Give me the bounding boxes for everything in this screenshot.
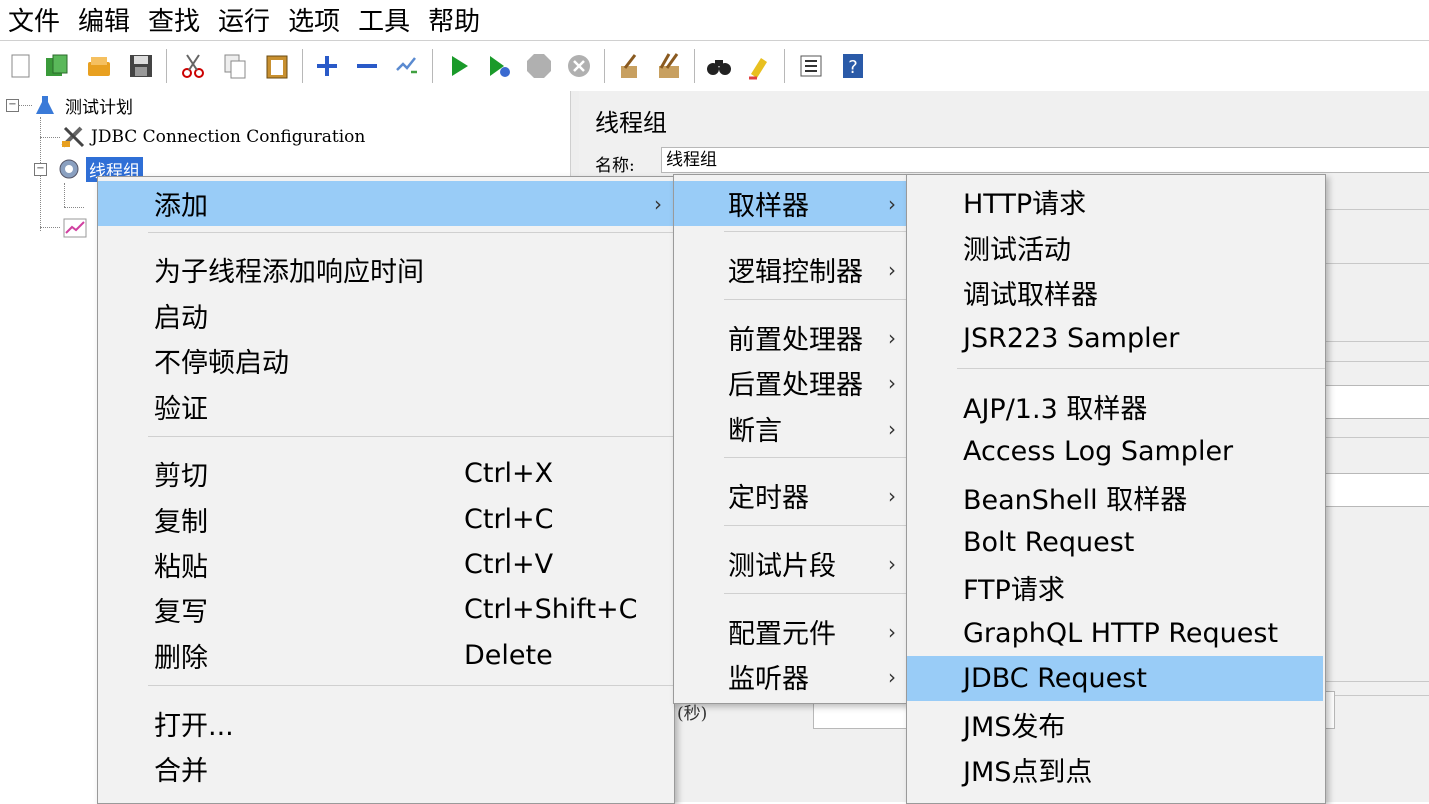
menu-item-bolt-request[interactable]: Bolt Request <box>907 520 1325 565</box>
expand-icon[interactable] <box>312 51 342 81</box>
context-menu: 添加 › 为子线程添加响应时间 启动 不停顿启动 验证 剪切 Ctrl+X 复制… <box>97 176 675 804</box>
thread-count-field[interactable] <box>1324 385 1429 419</box>
menu-item-beanshell-sampler[interactable]: BeanShell 取样器 <box>907 475 1325 520</box>
menu-item-add[interactable]: 添加 › <box>98 181 674 226</box>
chevron-right-icon: › <box>888 370 896 395</box>
menu-edit[interactable]: 编辑 <box>70 1 138 38</box>
chart-icon <box>63 218 87 238</box>
start-no-pause-icon[interactable] <box>484 51 514 81</box>
menu-item-test-action[interactable]: 测试活动 <box>907 225 1325 270</box>
name-field[interactable]: 线程组 <box>661 147 1429 173</box>
chevron-right-icon: › <box>888 257 896 282</box>
function-helper-icon[interactable] <box>796 51 826 81</box>
stop-icon[interactable] <box>524 51 554 81</box>
menu-item-validate[interactable]: 验证 <box>98 384 674 429</box>
sampler-submenu: HTTP请求 测试活动 调试取样器 JSR223 Sampler AJP/1.3… <box>906 174 1326 804</box>
reset-search-icon[interactable] <box>744 51 774 81</box>
start-icon[interactable] <box>444 51 474 81</box>
clear-all-icon[interactable] <box>654 51 684 81</box>
chevron-right-icon: › <box>888 483 896 508</box>
toolbar: ? <box>0 40 1429 92</box>
menu-tools[interactable]: 工具 <box>350 1 418 38</box>
flask-icon <box>36 96 54 114</box>
menu-item-sampler[interactable]: 取样器 › <box>674 181 907 226</box>
chevron-right-icon: › <box>888 551 896 576</box>
svg-text:?: ? <box>848 57 858 78</box>
copy-icon[interactable] <box>220 51 250 81</box>
collapse-thread-group-icon[interactable]: − <box>34 163 47 176</box>
menu-item-access-log-sampler[interactable]: Access Log Sampler <box>907 429 1325 474</box>
menu-item-merge[interactable]: 合并 <box>98 746 674 791</box>
menu-item-cut[interactable]: 剪切 Ctrl+X <box>98 451 674 496</box>
chevron-right-icon: › <box>888 619 896 644</box>
menu-item-pre-processor[interactable]: 前置处理器 › <box>674 315 907 360</box>
toggle-icon[interactable] <box>392 51 422 81</box>
gear-icon <box>59 159 79 179</box>
help-icon[interactable]: ? <box>838 51 868 81</box>
menu-item-logic-controller[interactable]: 逻辑控制器 › <box>674 247 907 292</box>
menu-item-graphql-request[interactable]: GraphQL HTTP Request <box>907 611 1325 656</box>
menu-item-jdbc-request[interactable]: JDBC Request <box>907 656 1323 701</box>
chevron-right-icon: › <box>888 191 896 216</box>
menu-item-ftp-request[interactable]: FTP请求 <box>907 565 1325 610</box>
chevron-right-icon: › <box>888 325 896 350</box>
menu-item-paste[interactable]: 粘贴 Ctrl+V <box>98 542 674 587</box>
tree-label-test-plan: 测试计划 <box>65 97 133 118</box>
menu-help[interactable]: 帮助 <box>420 1 488 38</box>
tools-icon <box>61 126 85 148</box>
menu-item-add-think-time[interactable]: 为子线程添加响应时间 <box>98 247 674 292</box>
menu-item-start-no-pause[interactable]: 不停顿启动 <box>98 338 674 383</box>
menu-item-assertion[interactable]: 断言 › <box>674 406 907 451</box>
menu-item-listener[interactable]: 监听器 › <box>674 654 907 699</box>
tree-label-jdbc-config: JDBC Connection Configuration <box>91 127 366 147</box>
collapse-icon[interactable] <box>352 51 382 81</box>
menu-bar: 文件 编辑 查找 运行 选项 工具 帮助 <box>0 0 1429 38</box>
search-icon[interactable] <box>704 51 734 81</box>
menu-search[interactable]: 查找 <box>140 1 208 38</box>
panel-title: 线程组 <box>595 109 667 137</box>
templates-icon[interactable] <box>42 51 72 81</box>
menu-item-config-element[interactable]: 配置元件 › <box>674 609 907 654</box>
name-label: 名称: <box>595 156 635 176</box>
menu-item-http-request[interactable]: HTTP请求 <box>907 179 1325 224</box>
tree-node-jdbc-config[interactable]: JDBC Connection Configuration <box>60 125 368 149</box>
chevron-right-icon: › <box>888 664 896 689</box>
shutdown-icon[interactable] <box>564 51 594 81</box>
menu-options[interactable]: 选项 <box>280 1 348 38</box>
menu-item-ajp-sampler[interactable]: AJP/1.3 取样器 <box>907 384 1325 429</box>
save-icon[interactable] <box>126 51 156 81</box>
menu-item-duplicate[interactable]: 复写 Ctrl+Shift+C <box>98 587 674 632</box>
menu-item-copy[interactable]: 复制 Ctrl+C <box>98 497 674 542</box>
menu-item-debug-sampler[interactable]: 调试取样器 <box>907 270 1325 315</box>
menu-item-jms-publish[interactable]: JMS发布 <box>907 702 1325 747</box>
chevron-right-icon: › <box>654 191 662 216</box>
menu-file[interactable]: 文件 <box>0 1 68 38</box>
menu-item-test-fragment[interactable]: 测试片段 › <box>674 541 907 586</box>
menu-item-post-processor[interactable]: 后置处理器 › <box>674 360 907 405</box>
menu-item-jsr223-sampler[interactable]: JSR223 Sampler <box>907 316 1325 361</box>
open-icon[interactable] <box>84 51 114 81</box>
cut-icon[interactable] <box>178 51 208 81</box>
new-icon[interactable] <box>6 51 36 81</box>
ramp-up-field[interactable] <box>1324 473 1429 507</box>
clear-icon[interactable] <box>614 51 644 81</box>
add-submenu: 取样器 › 逻辑控制器 › 前置处理器 › 后置处理器 › 断言 › 定时器 ›… <box>673 174 908 704</box>
tree-node-test-plan[interactable]: 测试计划 <box>34 93 136 118</box>
menu-item-open[interactable]: 打开... <box>98 701 674 746</box>
menu-run[interactable]: 运行 <box>210 1 278 38</box>
chevron-right-icon: › <box>888 416 896 441</box>
menu-item-start[interactable]: 启动 <box>98 293 674 338</box>
menu-item-jms-point-to-point[interactable]: JMS点到点 <box>907 747 1325 792</box>
menu-item-timer[interactable]: 定时器 › <box>674 473 907 518</box>
paste-icon[interactable] <box>262 51 292 81</box>
menu-item-delete[interactable]: 删除 Delete <box>98 633 674 678</box>
